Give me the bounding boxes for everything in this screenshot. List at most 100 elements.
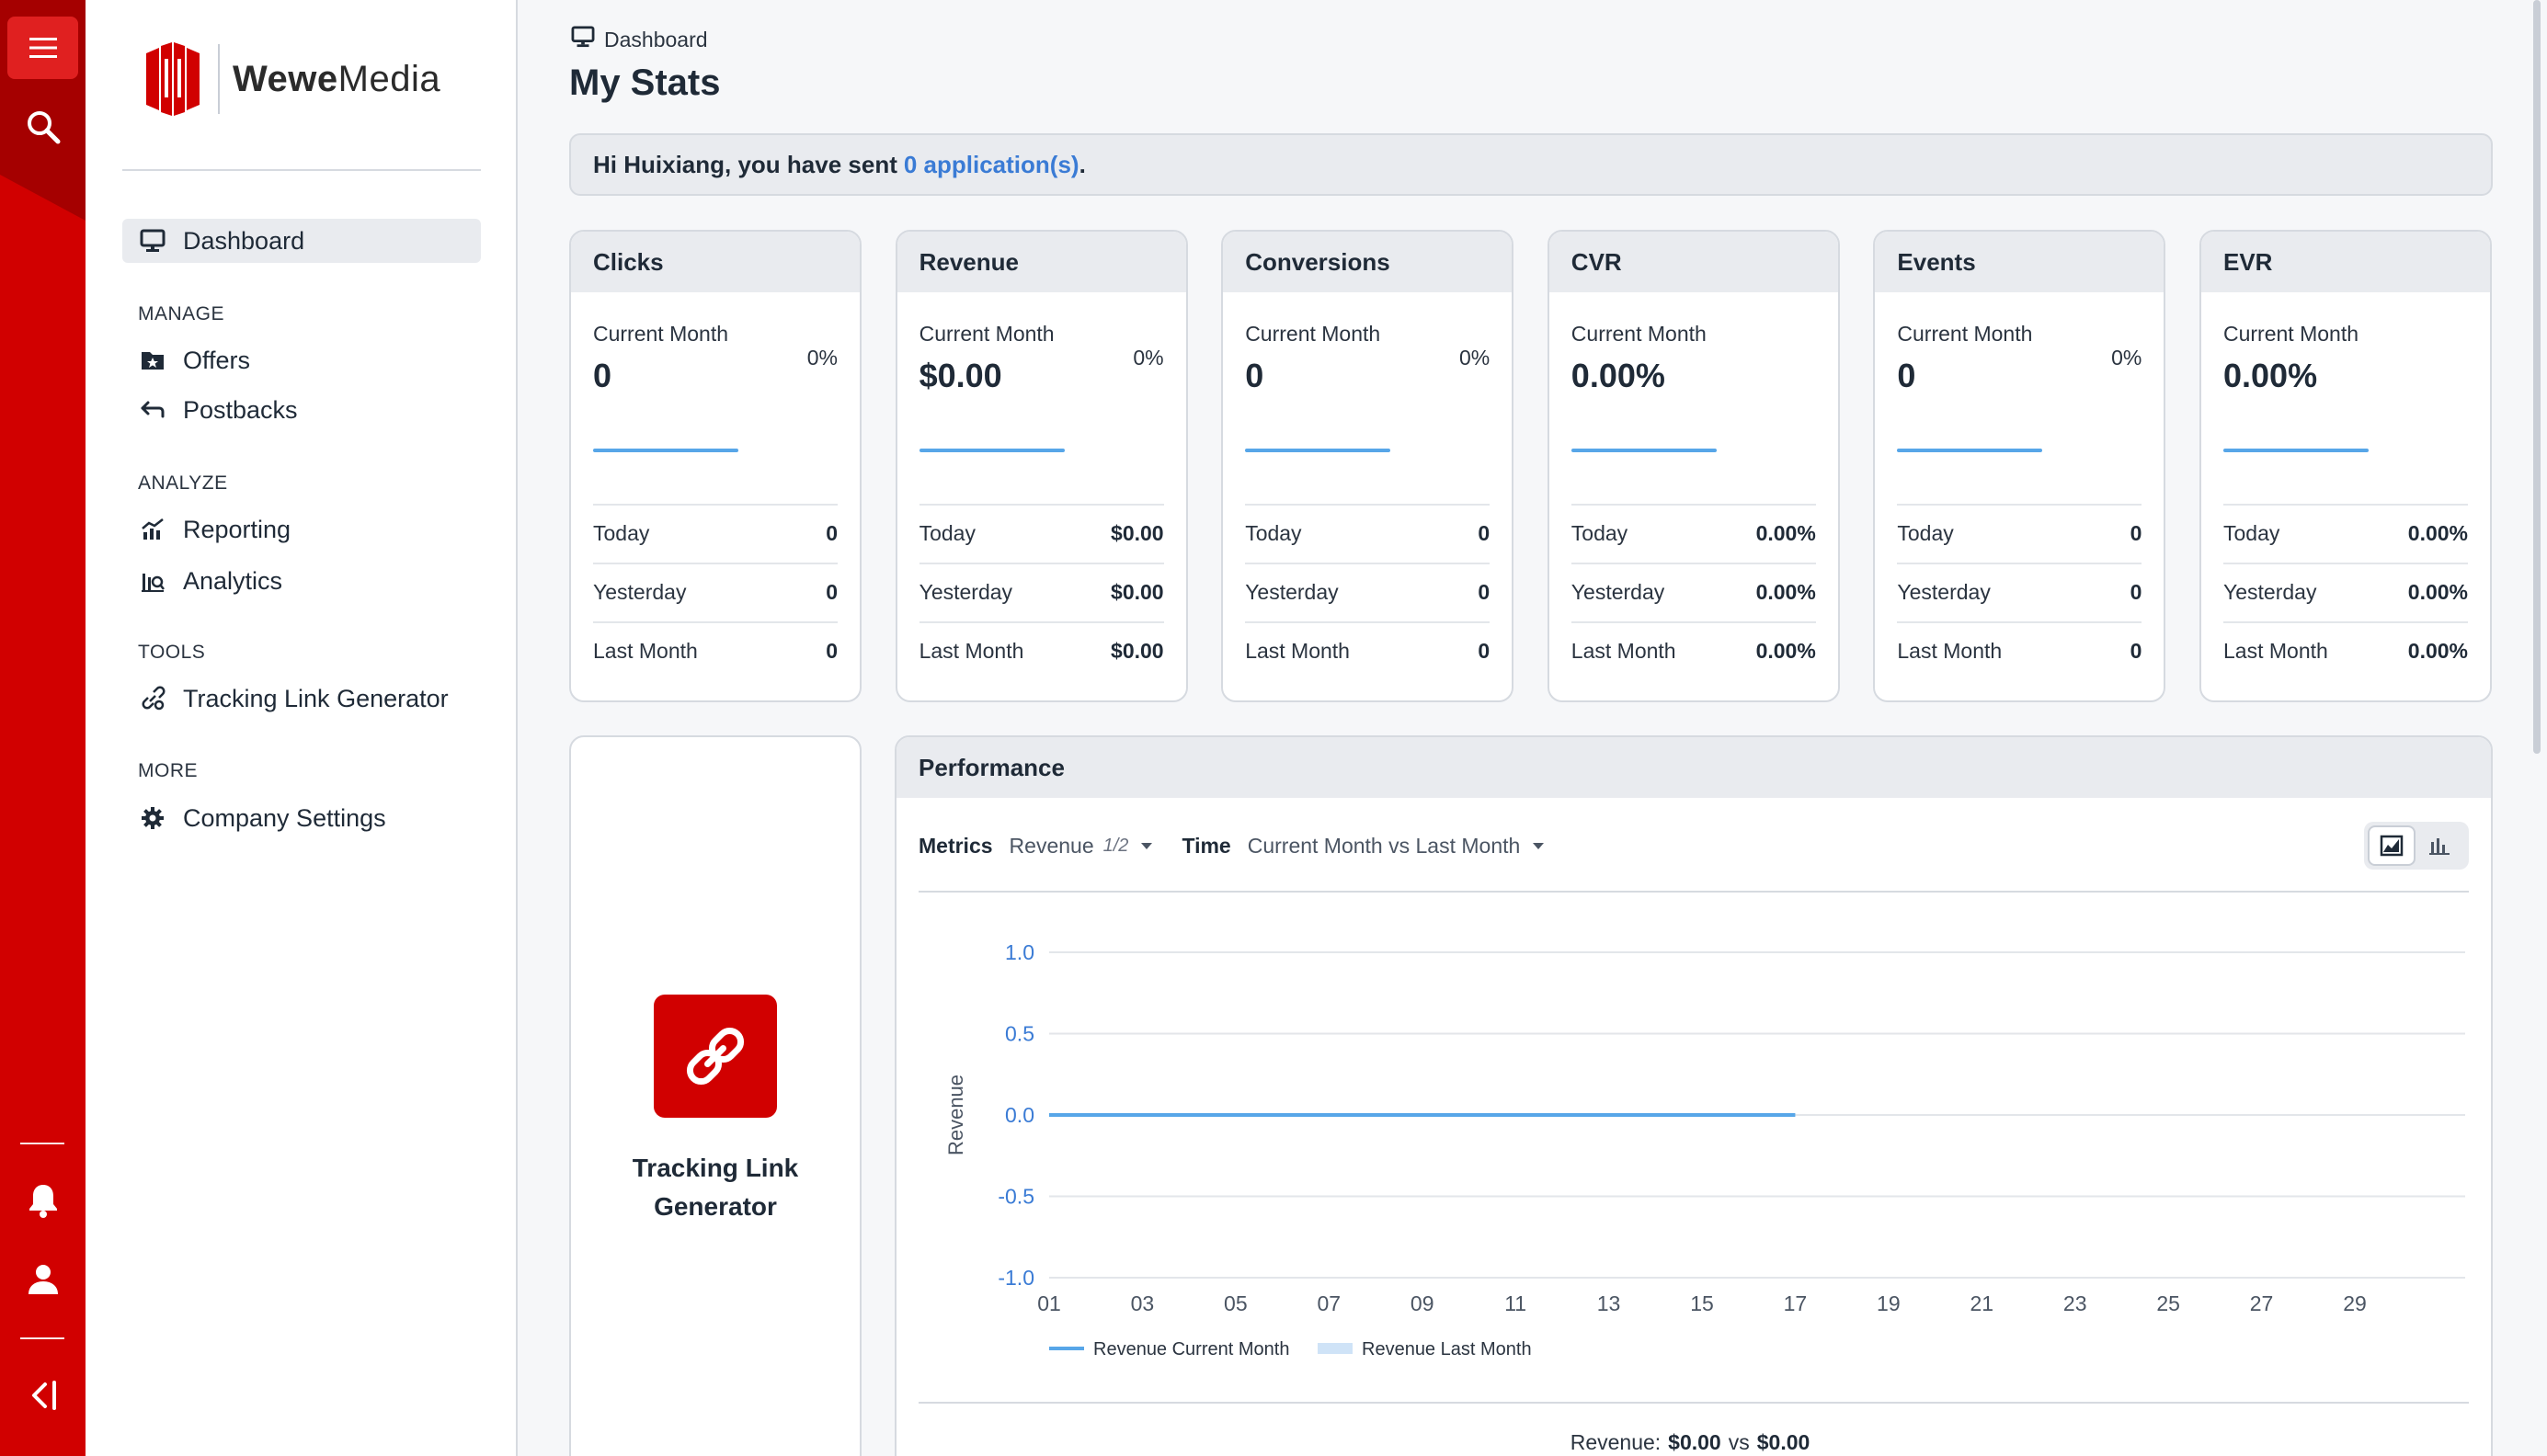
applications-link[interactable]: 0 application(s): [904, 151, 1079, 179]
main-content: Dashboard My Stats Hi Huixiang, you have…: [518, 0, 2541, 1456]
today-label: Today: [1897, 521, 1954, 545]
stat-card-title: Conversions: [1223, 232, 1513, 292]
yesterday-row: Yesterday 0: [1245, 563, 1491, 620]
chart-search-icon: [139, 567, 166, 595]
today-value: $0.00: [1111, 521, 1164, 545]
x-tick-label: 25: [2156, 1291, 2180, 1315]
logo-divider: [218, 44, 220, 114]
stat-card-title: Clicks: [571, 232, 860, 292]
monitor-icon: [571, 26, 595, 53]
collapse-sidebar-button[interactable]: [7, 1364, 78, 1427]
last-month-label: Last Month: [919, 639, 1024, 663]
yesterday-row: Yesterday 0.00%: [1570, 563, 1816, 620]
page-scrollbar[interactable]: [2533, 0, 2541, 754]
y-tick-label: 1.0: [1005, 940, 1034, 964]
x-tick-label: 01: [1037, 1291, 1061, 1315]
today-row: Today 0: [593, 504, 838, 562]
alert-suffix: .: [1079, 150, 1086, 178]
last-month-row: Last Month $0.00: [919, 621, 1164, 679]
sidebar-item-label: Reporting: [183, 515, 291, 543]
stat-card-cvr: CVR Current Month 0.00% Today 0.00% Yesterday…: [1547, 230, 1840, 702]
sidebar-item-offers[interactable]: Offers: [122, 338, 481, 382]
alert-text: Hi Huixiang, you have sent: [593, 150, 897, 178]
app-rail: [0, 0, 86, 1456]
today-row: Today 0: [1245, 504, 1491, 562]
change-percent: 0%: [806, 346, 838, 370]
sidebar-item-reporting[interactable]: Reporting: [122, 507, 481, 552]
today-value: 0: [826, 521, 838, 545]
gear-icon: [139, 804, 166, 832]
tracking-link-generator-label: Tracking Link Generator: [632, 1154, 799, 1221]
yesterday-label: Yesterday: [1897, 580, 1991, 604]
breadcrumb[interactable]: Dashboard: [571, 26, 708, 53]
yesterday-value: 0.00%: [1755, 580, 1816, 604]
section-manage: MANAGE: [138, 303, 225, 324]
last-month-label: Last Month: [1570, 639, 1676, 663]
sidebar-item-analytics[interactable]: Analytics: [122, 559, 481, 603]
current-month-label: Current Month: [919, 322, 1055, 346]
legend-swatch-last-month: [1318, 1343, 1353, 1354]
link-gear-icon: [139, 685, 166, 712]
current-month-label: Current Month: [2223, 322, 2359, 346]
search-button[interactable]: [7, 96, 78, 158]
y-tick-label: -1.0: [998, 1266, 1034, 1290]
notifications-button[interactable]: [7, 1169, 78, 1232]
performance-chart: 1.0 0.5 0.0 -0.5 -1.0 Revenue 01 03 05 07 09 11 13 15…: [944, 940, 2465, 1359]
yesterday-row: Yesterday 0: [593, 563, 838, 620]
sparkline: [2223, 449, 2369, 452]
stat-card-title: Events: [1875, 232, 2164, 292]
yesterday-label: Yesterday: [1570, 580, 1665, 604]
x-tick-label: 15: [1690, 1291, 1714, 1315]
sidebar-item-label: Analytics: [183, 566, 283, 595]
menu-button[interactable]: [7, 17, 78, 79]
sidebar-item-label: Postbacks: [183, 395, 298, 424]
yesterday-value: 0: [826, 580, 838, 604]
sparkline: [1245, 449, 1391, 452]
stat-card-events: Events Current Month 0 0% Today 0 Yesterday 0 La…: [1873, 230, 2166, 702]
stat-card-revenue: Revenue Current Month $0.00 0% Today $0.00 Yes…: [895, 230, 1188, 702]
x-tick-label: 21: [1970, 1291, 1993, 1315]
stat-card-clicks: Clicks Current Month 0 0% Today 0 Yesterday 0 La…: [569, 230, 862, 702]
last-month-row: Last Month 0: [1897, 621, 2142, 679]
yesterday-row: Yesterday 0.00%: [2223, 563, 2468, 620]
current-month-value: $0.00: [919, 357, 1002, 394]
search-icon: [27, 111, 60, 144]
today-label: Today: [919, 521, 976, 545]
section-tools: TOOLS: [138, 642, 206, 663]
yesterday-label: Yesterday: [919, 580, 1013, 604]
monitor-icon: [139, 227, 166, 255]
section-more: MORE: [138, 760, 198, 781]
x-tick-label: 27: [2250, 1291, 2274, 1315]
brand-logo-icon: [146, 42, 200, 116]
last-month-label: Last Month: [1897, 639, 2003, 663]
brand-name: WeweMedia: [233, 58, 441, 99]
profile-button[interactable]: [7, 1248, 78, 1311]
stat-card-conversions: Conversions Current Month 0 0% Today 0 Yesterd…: [1221, 230, 1514, 702]
legend-label-last-month: Revenue Last Month: [1362, 1339, 1532, 1359]
sidebar-item-company-settings[interactable]: Company Settings: [122, 796, 481, 840]
bell-icon: [29, 1185, 57, 1218]
current-month-value: 0: [593, 357, 612, 394]
performance-summary: Revenue: $0.00 vs $0.00: [1570, 1430, 1810, 1454]
sidebar-item-postbacks[interactable]: Postbacks: [122, 388, 481, 432]
sidebar-divider: [122, 169, 481, 171]
x-tick-label: 03: [1131, 1291, 1155, 1315]
change-percent: 0%: [1458, 346, 1491, 370]
link-icon: [654, 995, 777, 1118]
sidebar-item-tracking-link-generator[interactable]: Tracking Link Generator: [122, 677, 481, 721]
stat-card-evr: EVR Current Month 0.00% Today 0.00% Yesterday…: [2199, 230, 2492, 702]
last-month-row: Last Month 0: [593, 621, 838, 679]
sidebar: WeweMedia Dashboard MANAGE Offers Postba…: [86, 0, 518, 1456]
last-month-value: 0.00%: [1755, 639, 1816, 663]
tracking-link-generator-card[interactable]: Tracking Link Generator: [569, 735, 862, 1456]
y-axis-label: Revenue: [944, 1075, 967, 1155]
collapse-sidebar-icon: [31, 1381, 56, 1410]
brand-logo[interactable]: WeweMedia: [141, 40, 440, 118]
yesterday-label: Yesterday: [2223, 580, 2317, 604]
today-label: Today: [1570, 521, 1628, 545]
sidebar-item-dashboard[interactable]: Dashboard: [122, 219, 481, 263]
today-label: Today: [2223, 521, 2280, 545]
last-month-label: Last Month: [2223, 639, 2328, 663]
today-row: Today 0: [1897, 504, 2142, 562]
today-value: 0: [2130, 521, 2142, 545]
